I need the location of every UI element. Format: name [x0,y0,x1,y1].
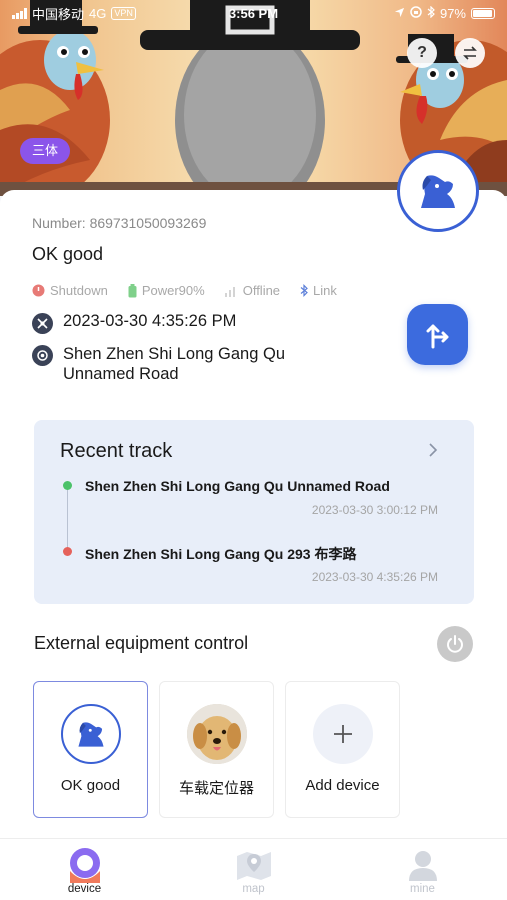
power-icon [447,635,463,653]
device-number: Number: 869731050093269 [32,215,207,231]
dog-photo [187,704,247,764]
device-tile-ok-good[interactable]: OK good [33,681,148,818]
tab-label: map [242,883,265,895]
navigate-button[interactable] [407,304,468,365]
power-label: Power90% [141,283,205,298]
address-line-1: Shen Zhen Shi Long Gang Qu [63,345,285,363]
person-icon [403,847,443,883]
map-icon [234,847,274,883]
turn-right-icon [426,324,448,348]
device-name: OK good [32,244,104,264]
bottom-tab-bar: device map mine [0,838,507,900]
device-tile-label: 车载定位器 [178,780,254,797]
satellite-icon [32,313,53,334]
bluetooth-icon [300,284,308,297]
shutdown-icon [32,284,45,297]
swap-icon [463,46,477,60]
link-status: Link [300,283,337,298]
add-device-tile[interactable]: Add device [285,681,400,818]
dog-icon [61,704,121,764]
offline-status: Offline [224,283,281,298]
track-item-time: 2023-03-30 4:35:26 PM [311,570,438,584]
chevron-right-icon [429,443,438,457]
link-label: Link [313,283,337,298]
location-target-icon [32,345,53,366]
tab-mine[interactable]: mine [338,839,507,900]
device-tile-label: OK good [60,777,121,794]
recent-track-card[interactable]: Recent track Shen Zhen Shi Long Gang Qu … [34,420,474,604]
battery-icon [471,7,495,19]
track-end-dot [63,547,72,556]
track-item-time: 2023-03-30 3:00:12 PM [311,503,438,517]
recent-track-title: Recent track [60,440,173,462]
track-connector [67,488,68,552]
battery-level-icon [128,283,137,297]
tab-device[interactable]: device [0,839,169,900]
device-avatar[interactable] [397,150,479,232]
last-time-row: 2023-03-30 4:35:26 PM [32,312,236,334]
external-equipment-title: External equipment control [34,633,249,653]
status-time: 3:56 PM [228,5,279,21]
signal-bars-icon [224,286,235,297]
device-status-row: Shutdown Power90% Offline Link [32,283,357,298]
help-button[interactable]: ? [407,38,437,68]
shutdown-status: Shutdown [32,283,108,298]
last-timestamp: 2023-03-30 4:35:26 PM [63,312,237,330]
power-status: Power90% [128,283,205,298]
address-line-2: Unnamed Road [63,365,179,383]
device-tile-car-tracker[interactable]: 车载定位器 [159,681,274,818]
address-row: Shen Zhen Shi Long Gang Qu Unnamed Road [32,344,285,384]
offline-label: Offline [242,283,281,298]
power-button[interactable] [437,626,473,662]
device-name-tag[interactable]: 三体 [20,138,71,164]
tab-map[interactable]: map [169,839,338,900]
status-bar: 中国移动 4G VPN 3:56 PM 97% [0,0,507,26]
add-device-label: Add device [305,777,380,794]
track-start-dot [63,481,72,490]
tab-label: device [67,883,102,895]
plus-icon [313,704,373,764]
device-tab-icon [65,847,105,883]
dog-icon [421,175,455,208]
track-item-address: Shen Zhen Shi Long Gang Qu Unnamed Road [85,478,390,494]
track-item-address: Shen Zhen Shi Long Gang Qu 293 布李路 [85,546,357,562]
switch-device-button[interactable] [455,38,485,68]
tab-label: mine [410,883,435,895]
question-icon: ? [417,44,427,61]
shutdown-label: Shutdown [50,283,108,298]
